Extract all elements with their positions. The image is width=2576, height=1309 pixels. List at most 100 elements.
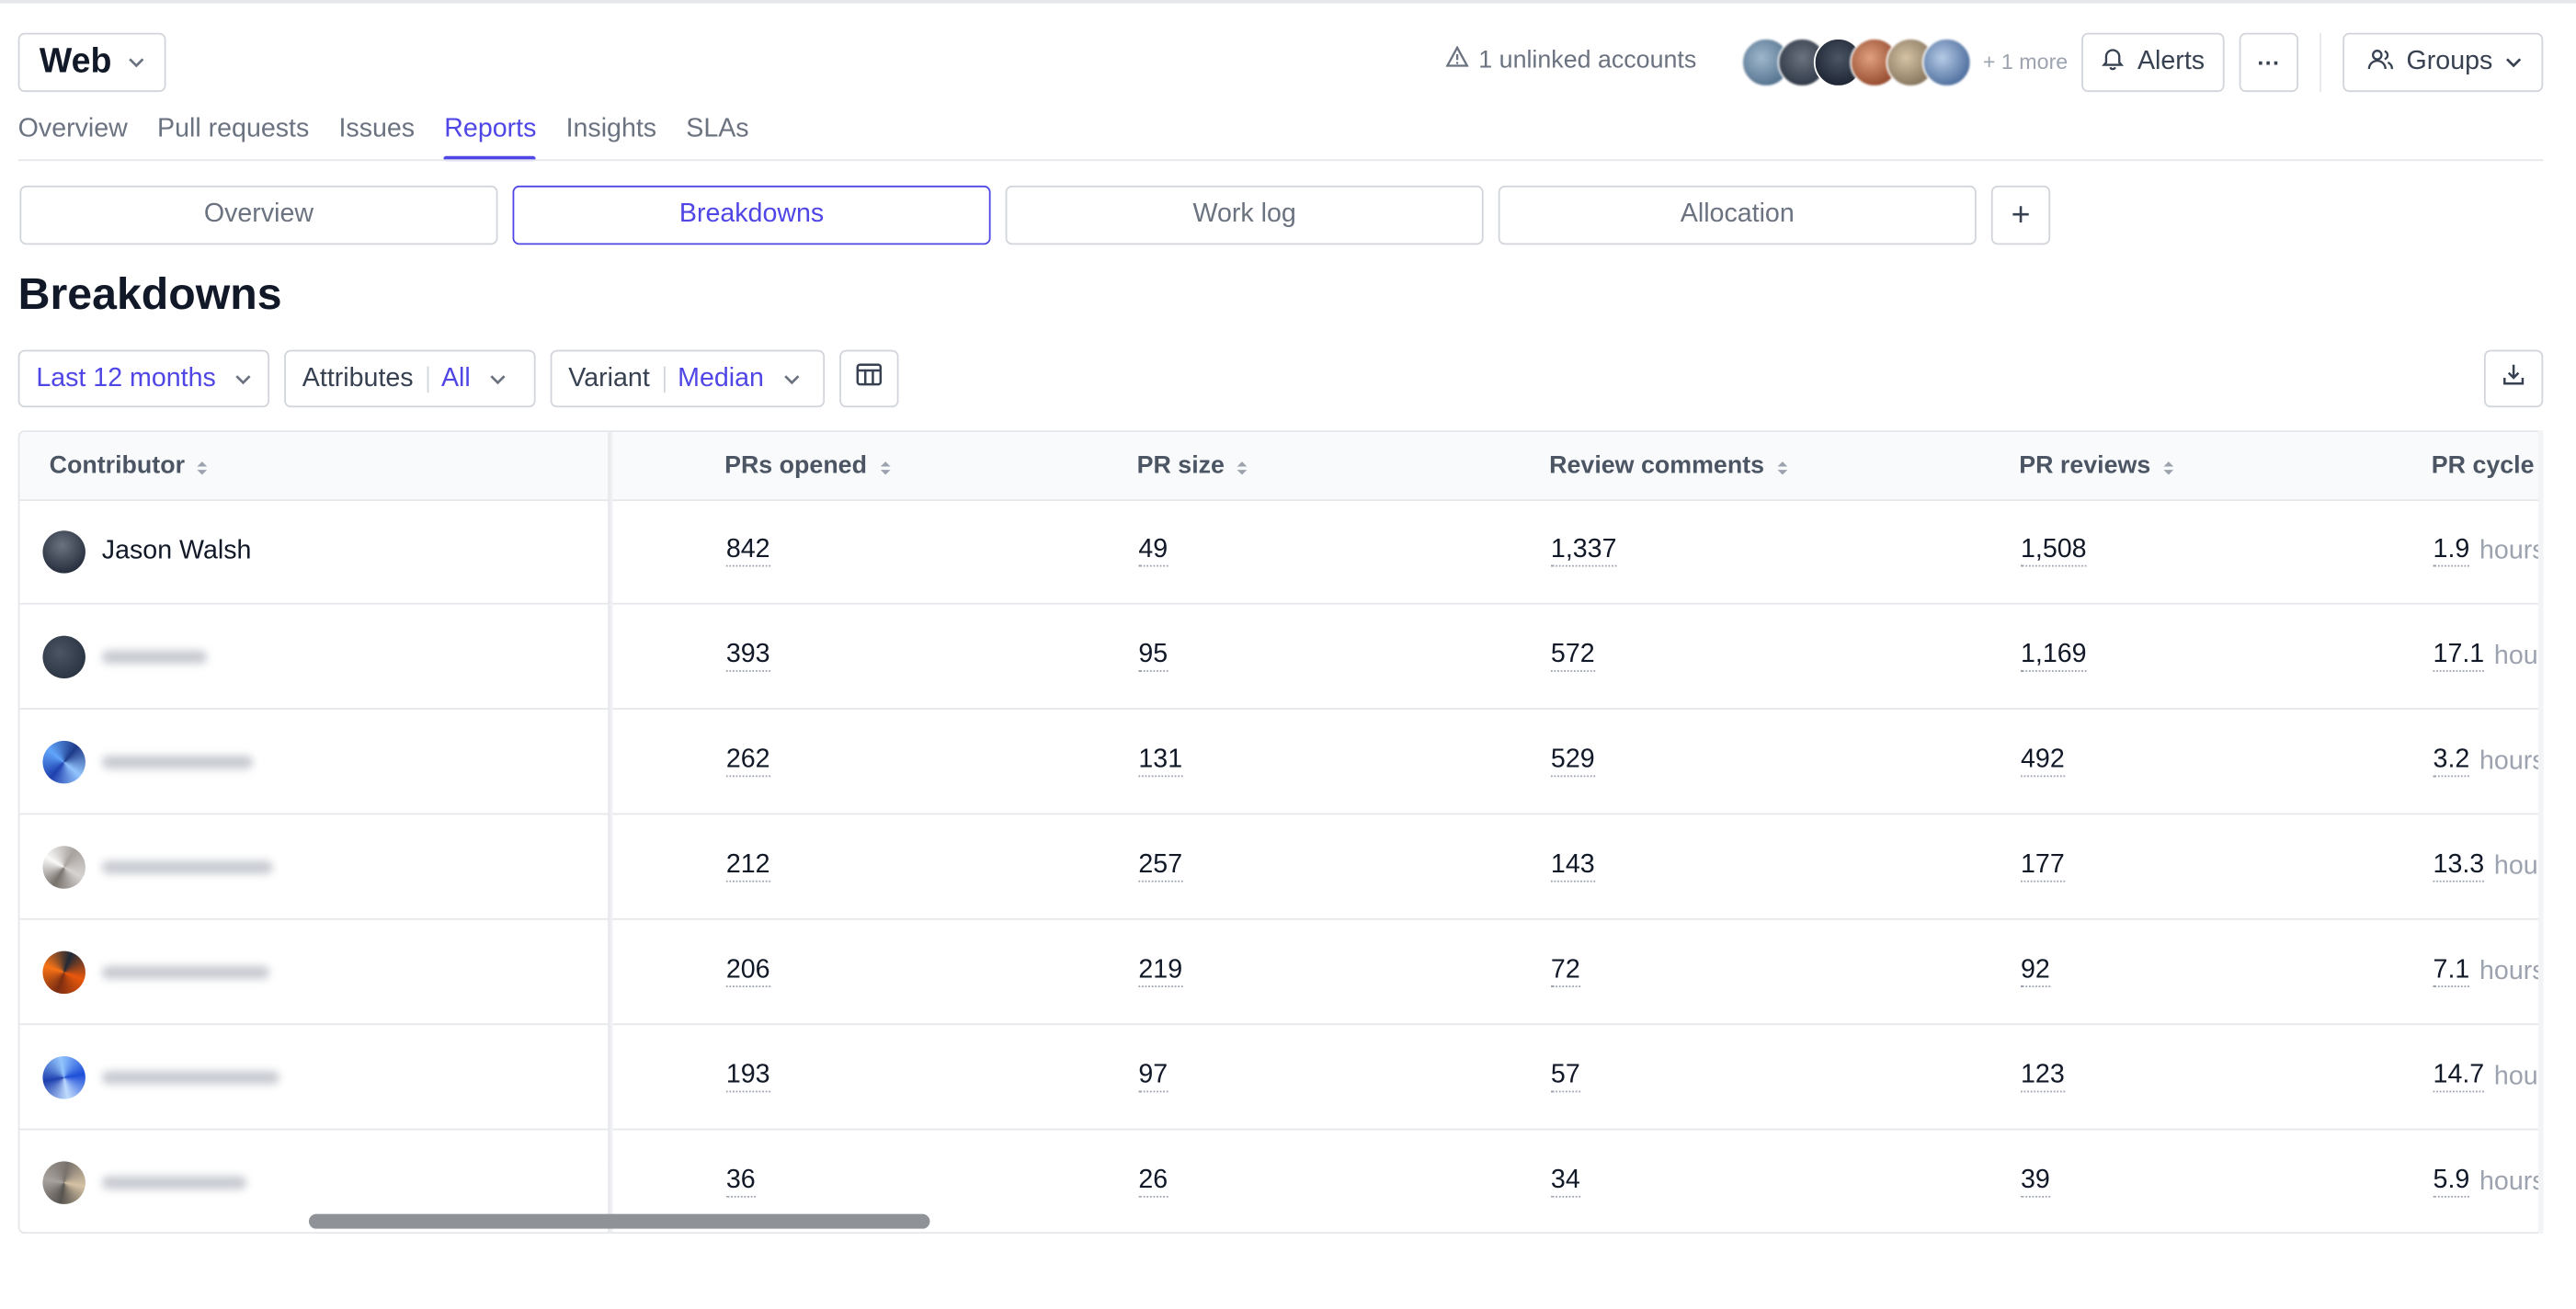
pr-cycle-time-cell[interactable]: 7.1 hours [2433, 920, 2541, 1024]
groups-button[interactable]: Groups [2342, 32, 2544, 93]
tab-issues[interactable]: Issues [338, 108, 415, 158]
table-row[interactable]: 206 219 72 92 7.1 hours [19, 920, 2542, 1026]
pr-size-cell[interactable]: 257 [1138, 814, 1183, 918]
attributes-filter[interactable]: Attributes All [284, 349, 536, 408]
pr-cycle-time-cell[interactable]: 13.3 hours [2433, 814, 2541, 918]
contributor-cell[interactable] [19, 814, 273, 918]
vertical-scroll-rail[interactable] [2537, 430, 2544, 1235]
alerts-label: Alerts [2137, 47, 2206, 76]
tab-overview[interactable]: Overview [18, 108, 128, 158]
alerts-button[interactable]: Alerts [2081, 32, 2225, 93]
subtab-work-log[interactable]: Work log [1005, 185, 1484, 245]
metric-value: 131 [1138, 746, 1183, 778]
table-row[interactable]: Jason Walsh 842 49 1,337 1,508 1.9 hours [19, 499, 2544, 605]
column-header-pr-cycle-time[interactable]: PR cycle t [2432, 432, 2542, 499]
table-header: Contributor PRs opened PR size Review co… [19, 431, 2542, 502]
more-options-button[interactable]: ··· [2239, 32, 2299, 93]
users-icon [2367, 47, 2394, 78]
review-comments-cell[interactable]: 529 [1550, 710, 1595, 814]
metric-value: 193 [725, 1061, 770, 1093]
column-header-review-comments[interactable]: Review comments [1549, 432, 1789, 499]
prs-opened-cell[interactable]: 842 [725, 499, 770, 603]
metric-unit: hours [2479, 1167, 2544, 1196]
column-header-pr-reviews[interactable]: PR reviews [2019, 432, 2175, 499]
prs-opened-cell[interactable]: 262 [725, 710, 770, 814]
metric-unit: hours [2479, 536, 2544, 564]
sort-icon [2162, 456, 2175, 475]
contributor-name-redacted [101, 1175, 247, 1189]
chevron-down-icon [2506, 56, 2522, 69]
pr-size-cell[interactable]: 97 [1138, 1025, 1168, 1129]
contributor-cell[interactable] [19, 1130, 247, 1232]
column-header-contributor[interactable]: Contributor [50, 432, 210, 499]
download-button[interactable] [2483, 349, 2544, 408]
team-avatars[interactable] [1741, 38, 1979, 87]
avatar [42, 1055, 85, 1098]
columns-button[interactable] [839, 349, 899, 408]
contributor-name-redacted [101, 964, 270, 979]
pr-size-cell[interactable]: 219 [1138, 920, 1183, 1024]
table-row[interactable]: 212 257 143 177 13.3 hours [19, 814, 2542, 920]
pr-reviews-cell[interactable]: 177 [2021, 814, 2065, 918]
chevron-down-icon [783, 372, 800, 385]
date-range-filter[interactable]: Last 12 months [17, 349, 270, 408]
pr-reviews-cell[interactable]: 123 [2021, 1025, 2065, 1129]
unlinked-accounts[interactable]: 1 unlinked accounts [1445, 45, 1696, 74]
table-row[interactable]: 193 97 57 123 14.7 hours [19, 1025, 2542, 1131]
contributor-cell[interactable] [19, 1025, 279, 1129]
table-row[interactable]: 262 131 529 492 3.2 hours [19, 710, 2544, 815]
pr-reviews-cell[interactable]: 1,169 [2021, 605, 2087, 709]
pr-reviews-cell[interactable]: 1,508 [2021, 499, 2087, 603]
avatar [42, 634, 85, 678]
pr-cycle-time-cell[interactable]: 17.1 hours [2433, 605, 2541, 709]
horizontal-scrollbar[interactable] [308, 1213, 930, 1229]
pr-size-cell[interactable]: 49 [1138, 499, 1168, 603]
contributor-name: Jason Walsh [101, 536, 252, 564]
warning-icon [1445, 45, 1469, 74]
more-avatars-count[interactable]: + 1 more [1983, 50, 2068, 74]
contributor-cell[interactable]: Jason Walsh [19, 499, 251, 603]
variant-filter[interactable]: Variant Median [550, 349, 826, 408]
subtab-overview[interactable]: Overview [19, 185, 498, 245]
review-comments-cell[interactable]: 57 [1550, 1025, 1580, 1129]
tab-pull-requests[interactable]: Pull requests [157, 108, 309, 158]
columns-icon [856, 363, 883, 394]
review-comments-cell[interactable]: 143 [1550, 814, 1595, 918]
pr-size-cell[interactable]: 26 [1138, 1130, 1168, 1232]
pr-reviews-cell[interactable]: 39 [2021, 1130, 2050, 1232]
review-comments-cell[interactable]: 72 [1550, 920, 1580, 1024]
prs-opened-cell[interactable]: 212 [725, 814, 770, 918]
contributor-cell[interactable] [19, 605, 208, 709]
metric-unit: hours [2479, 746, 2544, 775]
attributes-value: All [440, 363, 471, 393]
prs-opened-cell[interactable]: 206 [725, 920, 770, 1024]
table-row[interactable]: 393 95 572 1,169 17.1 hours [19, 605, 2542, 710]
pr-reviews-cell[interactable]: 492 [2021, 710, 2065, 814]
pr-cycle-time-cell[interactable]: 3.2 hours [2433, 710, 2544, 814]
prs-opened-cell[interactable]: 193 [725, 1025, 770, 1129]
metric-value: 97 [1138, 1061, 1168, 1093]
add-report-button[interactable]: + [1990, 185, 2051, 245]
contributor-cell[interactable] [19, 920, 270, 1024]
review-comments-cell[interactable]: 34 [1550, 1130, 1580, 1232]
pr-reviews-cell[interactable]: 92 [2021, 920, 2050, 1024]
tab-slas[interactable]: SLAs [686, 108, 748, 158]
project-selector[interactable]: Web [17, 32, 166, 93]
subtab-allocation[interactable]: Allocation [1498, 185, 1977, 245]
pr-size-cell[interactable]: 95 [1138, 605, 1168, 709]
review-comments-cell[interactable]: 1,337 [1550, 499, 1617, 603]
review-comments-cell[interactable]: 572 [1550, 605, 1595, 709]
pr-cycle-time-cell[interactable]: 1.9 hours [2433, 499, 2544, 603]
tab-insights[interactable]: Insights [566, 108, 657, 158]
column-header-pr-size[interactable]: PR size [1137, 432, 1249, 499]
tab-reports[interactable]: Reports [444, 108, 537, 162]
pr-size-cell[interactable]: 131 [1138, 710, 1183, 814]
column-header-prs-opened[interactable]: PRs opened [724, 432, 892, 499]
pr-cycle-time-cell[interactable]: 14.7 hours [2433, 1025, 2541, 1129]
contributor-name-redacted [101, 649, 208, 664]
subtab-breakdowns[interactable]: Breakdowns [512, 185, 991, 245]
metric-value: 36 [725, 1167, 756, 1198]
pr-cycle-time-cell[interactable]: 5.9 hours [2433, 1130, 2544, 1232]
contributor-cell[interactable] [19, 710, 254, 814]
prs-opened-cell[interactable]: 393 [725, 605, 770, 709]
